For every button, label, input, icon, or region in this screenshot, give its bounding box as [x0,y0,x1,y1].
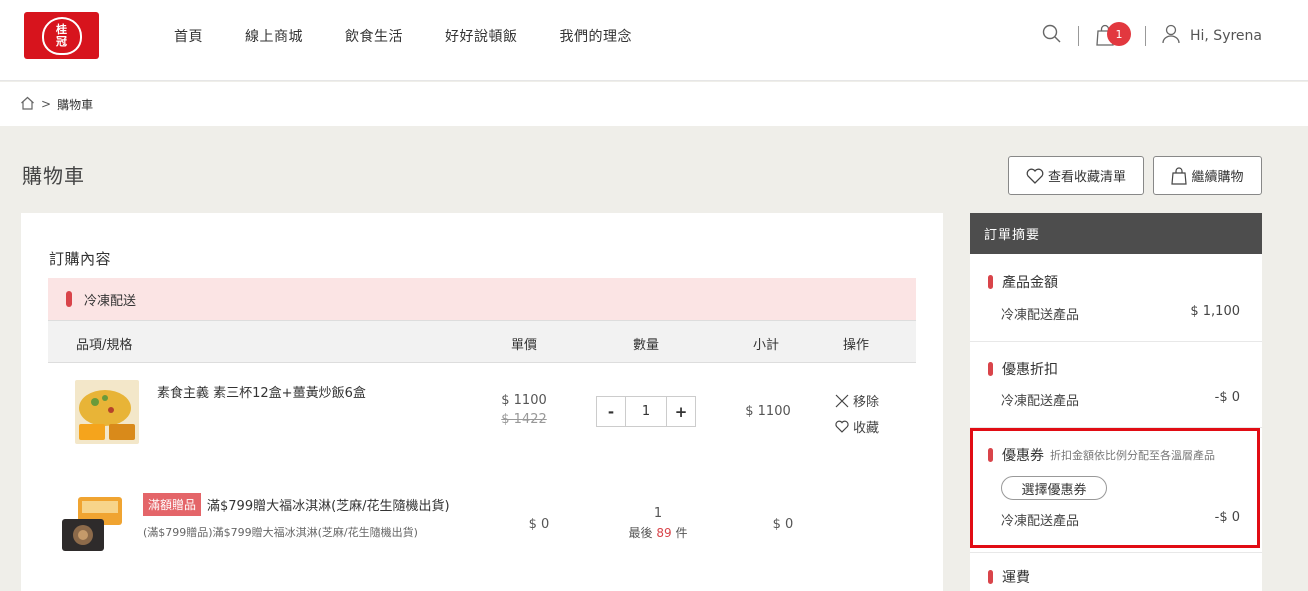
qty-input[interactable]: 1 [625,397,667,426]
shipping-group-label: 冷凍配送 [84,293,137,309]
brand-logo[interactable]: 桂 冠 [24,12,99,59]
col-qty: 數量 [633,338,660,353]
order-section-title: 訂購內容 [49,250,112,268]
product-image[interactable] [75,380,139,444]
product-amount-heading: 產品金額 [988,272,1058,292]
close-icon [835,394,849,407]
accent-marker [988,570,993,584]
table-row: 素食主義 素三杯12盒+薑黃炒飯6盒 $ 1100 $ 1422 - 1 + $… [48,363,916,483]
cart-panel: 訂購內容 冷凍配送 品項/規格 單價 數量 小計 操作 素食主義 素三杯12盒+… [21,213,943,591]
home-icon[interactable] [20,96,35,113]
discount-heading: 優惠折扣 [988,359,1058,379]
remove-label: 移除 [853,395,880,410]
cart-count-badge: 1 [1106,22,1131,46]
view-wishlist-button[interactable]: 查看收藏清單 [1008,156,1144,195]
product-amount-section: 產品金額 冷凍配送產品 $ 1,100 [970,254,1262,342]
nav-shop[interactable]: 線上商城 [245,26,303,46]
summary-title: 訂單摘要 [970,213,1262,254]
quantity-stepper: - 1 + [596,396,696,427]
stock-suffix: 件 [675,526,688,540]
header-tools: 1 Hi, Syrena [1042,22,1262,50]
page-title: 購物車 [22,164,85,188]
main-nav: 首頁 線上商城 飲食生活 好好說頓飯 我們的理念 [174,26,674,46]
heart-icon [835,420,849,433]
cart-button[interactable]: 1 [1095,22,1131,48]
shopping-bag-icon [1171,166,1188,185]
stock-count: 89 [656,526,672,540]
breadcrumb-separator: > [41,97,52,111]
product-amount-title: 產品金額 [1002,275,1058,291]
qty-increase-button[interactable]: + [667,397,695,426]
col-subtotal: 小計 [753,338,780,353]
discount-row: 冷凍配送產品 -$ 0 [1001,390,1240,409]
col-price: 單價 [511,338,538,353]
logo-emblem: 桂 冠 [41,16,82,55]
product-amount-label: 冷凍配送產品 [1001,308,1080,323]
shipping-fee-heading: 運費 [988,567,1030,587]
gift-product-name[interactable]: 滿$799贈大福冰淇淋(芝麻/花生隨機出貨) [207,495,450,514]
row-subtotal: $ 0 [772,517,794,532]
gift-product-image[interactable] [60,495,126,555]
search-icon[interactable] [1042,24,1062,48]
logo-char-2: 冠 [56,34,67,48]
accent-marker [66,291,72,307]
product-amount-value: $ 1,100 [1190,304,1240,319]
stock-remaining: 最後 89 件 [608,524,708,541]
accent-marker [988,275,993,289]
discount-label: 冷凍配送產品 [1001,394,1080,409]
continue-shopping-label: 繼續購物 [1191,170,1244,185]
shipping-fee-title: 運費 [1002,570,1030,586]
user-greeting[interactable]: Hi, Syrena [1190,28,1262,44]
discount-title: 優惠折扣 [1002,362,1058,378]
cart-table-header: 品項/規格 單價 數量 小計 操作 [48,320,916,363]
nav-meal-talk[interactable]: 好好說頓飯 [445,26,518,46]
discount-section: 優惠折扣 冷凍配送產品 -$ 0 [970,342,1262,428]
shipping-fee-section: 運費 [970,552,1262,591]
discount-value: -$ 0 [1214,390,1240,405]
favorite-label: 收藏 [853,421,880,436]
row-subtotal: $ 1100 [745,404,791,419]
gift-product-spec: (滿$799贈品)滿$799贈大福冰淇淋(芝麻/花生隨機出貨) [143,526,418,539]
heart-icon [1026,168,1044,184]
unit-price: $ 0 [528,517,550,532]
nav-food-life[interactable]: 飲食生活 [345,26,403,46]
accent-marker [988,362,993,376]
table-row: 滿額贈品 滿$799贈大福冰淇淋(芝麻/花生隨機出貨) (滿$799贈品)滿$7… [48,483,916,591]
continue-shopping-button[interactable]: 繼續購物 [1153,156,1262,195]
user-icon[interactable] [1162,24,1180,48]
nav-philosophy[interactable]: 我們的理念 [560,26,633,46]
shipping-group-header: 冷凍配送 [48,278,916,320]
gift-tag-badge: 滿額贈品 [143,493,202,516]
divider [1144,26,1146,46]
divider [1077,26,1079,46]
product-amount-row: 冷凍配送產品 $ 1,100 [1001,304,1240,323]
coupon-highlight-box [970,428,1260,548]
product-name[interactable]: 素食主義 素三杯12盒+薑黃炒飯6盒 [157,382,366,401]
sale-price: $ 1100 [501,393,547,408]
col-item: 品項/規格 [76,338,133,353]
gift-qty-value: 1 [653,506,663,521]
remove-button[interactable]: 移除 [835,391,879,410]
view-wishlist-label: 查看收藏清單 [1047,170,1126,185]
logo-char-1: 桂 [56,22,67,36]
stock-prefix: 最後 [628,526,653,540]
original-price: $ 1422 [501,412,547,427]
unit-price: $ 1100 $ 1422 [488,393,560,427]
gift-quantity: 1 最後 89 件 [608,506,708,541]
qty-decrease-button[interactable]: - [597,397,625,426]
breadcrumb: > 購物車 [0,82,1308,126]
site-header: 桂 冠 首頁 線上商城 飲食生活 好好說頓飯 我們的理念 1 Hi, Syren… [0,0,1308,81]
favorite-button[interactable]: 收藏 [835,417,879,436]
breadcrumb-current: 購物車 [57,97,94,112]
nav-home[interactable]: 首頁 [174,26,203,46]
col-action: 操作 [843,338,870,353]
